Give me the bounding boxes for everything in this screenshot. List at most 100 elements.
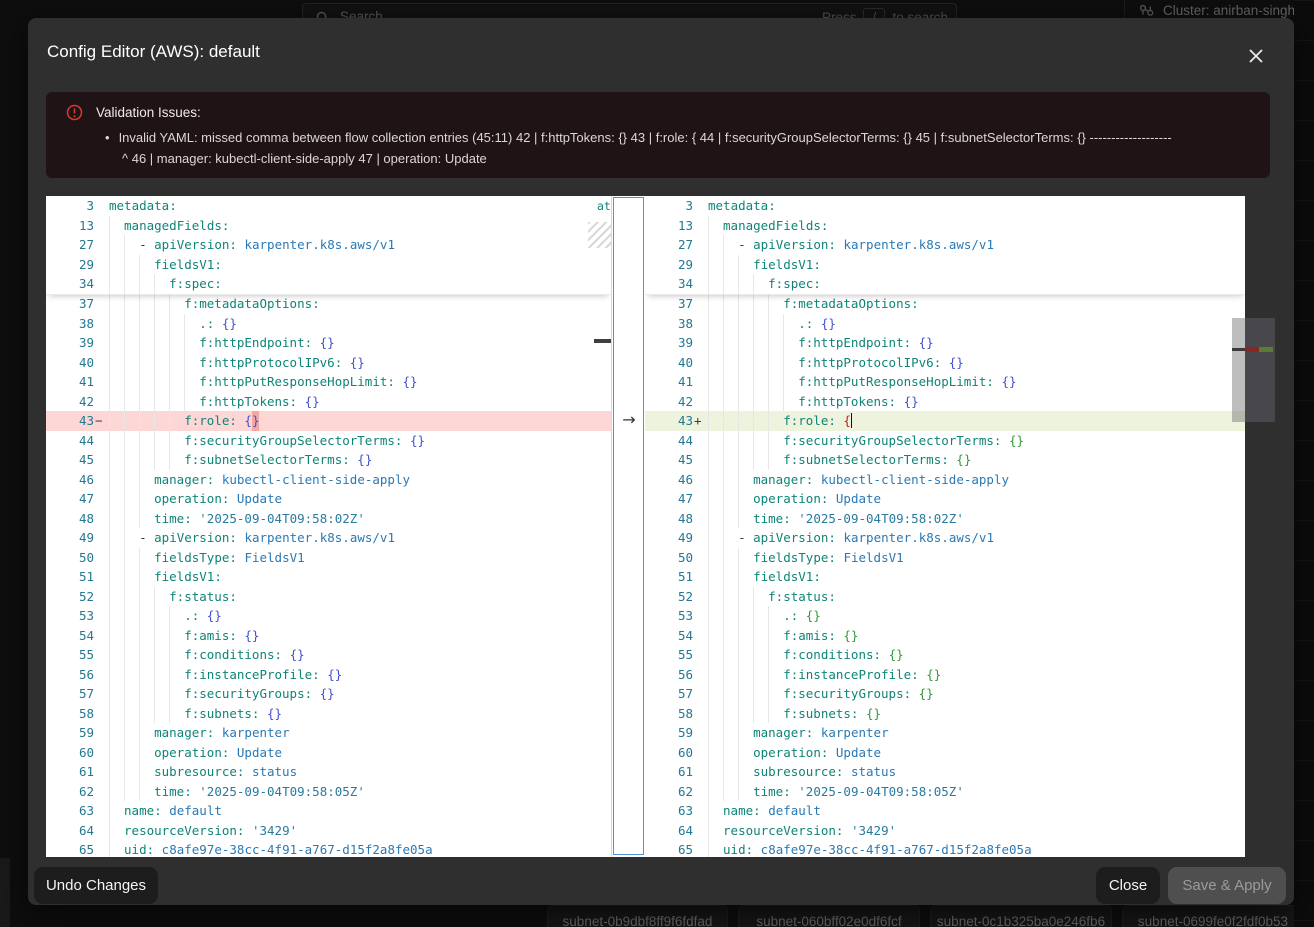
code-line-42[interactable]: 42f:httpTokens: {} <box>645 392 1245 412</box>
fullscreen-toggle-button[interactable] <box>1200 43 1226 69</box>
code-line-49[interactable]: 49- apiVersion: karpenter.k8s.aws/v1 <box>645 528 1245 548</box>
code-line-38[interactable]: 38.: {} <box>645 314 1245 334</box>
code-line-65[interactable]: 65uid: c8afe97e-38cc-4f91-a767-d15f2a8fe… <box>645 840 1245 857</box>
code-line-46[interactable]: 46manager: kubectl-client-side-apply <box>46 470 611 490</box>
code-line-51[interactable]: 51fieldsV1: <box>46 567 611 587</box>
apply-change-arrow-icon[interactable]: → <box>618 410 640 430</box>
code-line-60[interactable]: 60operation: Update <box>645 743 1245 763</box>
code-line-55[interactable]: 55f:conditions: {} <box>645 645 1245 665</box>
diff-sash[interactable] <box>611 196 646 857</box>
code-line-53[interactable]: 53.: {} <box>645 606 1245 626</box>
code-line-43[interactable]: 43−f:role: {} <box>46 411 611 431</box>
line-number: 53 <box>645 606 693 626</box>
code-line-40[interactable]: 40f:httpProtocolIPv6: {} <box>46 353 611 373</box>
code-line-65[interactable]: 65uid: c8afe97e-38cc-4f91-a767-d15f2a8fe… <box>46 840 611 857</box>
code-line-51[interactable]: 51fieldsV1: <box>645 567 1245 587</box>
vertical-scrollbar-slider[interactable] <box>1232 318 1245 422</box>
code-line-54[interactable]: 54f:amis: {} <box>645 626 1245 646</box>
undo-changes-button[interactable]: Undo Changes <box>34 867 158 904</box>
indent-guides <box>109 626 184 646</box>
line-number: 37 <box>645 294 693 314</box>
code-line-41[interactable]: 41f:httpPutResponseHopLimit: {} <box>645 372 1245 392</box>
code-line-39[interactable]: 39f:httpEndpoint: {} <box>46 333 611 353</box>
code-token <box>798 606 806 626</box>
code-line-63[interactable]: 63name: default <box>645 801 1245 821</box>
code-line-39[interactable]: 39f:httpEndpoint: {} <box>645 333 1245 353</box>
code-line-50[interactable]: 50fieldsType: FieldsV1 <box>645 548 1245 568</box>
code-token: f:spec: <box>768 274 821 294</box>
code-token <box>229 743 237 763</box>
code-line-45[interactable]: 45f:subnetSelectorTerms: {} <box>46 450 611 470</box>
code-line-63[interactable]: 63name: default <box>46 801 611 821</box>
diff-sign <box>693 255 708 275</box>
code-token <box>237 411 245 431</box>
diff-sign <box>94 801 109 821</box>
code-line-13[interactable]: 13managedFields: <box>46 216 611 236</box>
code-token <box>312 333 320 353</box>
code-line-48[interactable]: 48time: '2025-09-04T09:58:02Z' <box>46 509 611 529</box>
code-line-60[interactable]: 60operation: Update <box>46 743 611 763</box>
code-token: .: <box>798 314 813 334</box>
code-line-62[interactable]: 62time: '2025-09-04T09:58:05Z' <box>645 782 1245 802</box>
code-line-38[interactable]: 38.: {} <box>46 314 611 334</box>
diff-sign <box>94 372 109 392</box>
diff-sign <box>94 684 109 704</box>
code-line-57[interactable]: 57f:securityGroups: {} <box>46 684 611 704</box>
save-apply-button[interactable]: Save & Apply <box>1168 867 1286 904</box>
line-number: 47 <box>645 489 693 509</box>
code-line-59[interactable]: 59manager: karpenter <box>645 723 1245 743</box>
code-line-52[interactable]: 52f:status: <box>645 587 1245 607</box>
diff-sign: + <box>693 411 708 431</box>
code-line-48[interactable]: 48time: '2025-09-04T09:58:02Z' <box>645 509 1245 529</box>
code-line-41[interactable]: 41f:httpPutResponseHopLimit: {} <box>46 372 611 392</box>
code-line-54[interactable]: 54f:amis: {} <box>46 626 611 646</box>
code-line-50[interactable]: 50fieldsType: FieldsV1 <box>46 548 611 568</box>
code-line-29[interactable]: 29fieldsV1: <box>645 255 1245 275</box>
code-line-57[interactable]: 57f:securityGroups: {} <box>645 684 1245 704</box>
code-line-29[interactable]: 29fieldsV1: <box>46 255 611 275</box>
code-line-52[interactable]: 52f:status: <box>46 587 611 607</box>
code-line-61[interactable]: 61subresource: status <box>46 762 611 782</box>
line-number: 42 <box>645 392 693 412</box>
code-line-56[interactable]: 56f:instanceProfile: {} <box>46 665 611 685</box>
code-line-44[interactable]: 44f:securityGroupSelectorTerms: {} <box>46 431 611 451</box>
code-line-44[interactable]: 44f:securityGroupSelectorTerms: {} <box>645 431 1245 451</box>
code-line-34[interactable]: 34f:spec: <box>645 274 1245 294</box>
close-button[interactable]: Close <box>1096 867 1160 904</box>
code-line-42[interactable]: 42f:httpTokens: {} <box>46 392 611 412</box>
code-line-64[interactable]: 64resourceVersion: '3429' <box>46 821 611 841</box>
code-line-3[interactable]: 3metadata: <box>46 196 611 216</box>
diff-modified-pane[interactable]: 37f:metadataOptions:38.: {}39f:httpEndpo… <box>645 196 1245 857</box>
code-line-27[interactable]: 27- apiVersion: karpenter.k8s.aws/v1 <box>645 235 1245 255</box>
diff-sign <box>693 645 708 665</box>
code-line-40[interactable]: 40f:httpProtocolIPv6: {} <box>645 353 1245 373</box>
code-line-58[interactable]: 58f:subnets: {} <box>46 704 611 724</box>
text-cursor <box>851 413 853 428</box>
code-line-49[interactable]: 49- apiVersion: karpenter.k8s.aws/v1 <box>46 528 611 548</box>
line-number: 64 <box>46 821 94 841</box>
close-icon[interactable] <box>1243 43 1269 69</box>
code-line-47[interactable]: 47operation: Update <box>645 489 1245 509</box>
code-line-45[interactable]: 45f:subnetSelectorTerms: {} <box>645 450 1245 470</box>
code-line-59[interactable]: 59manager: karpenter <box>46 723 611 743</box>
code-line-61[interactable]: 61subresource: status <box>645 762 1245 782</box>
code-line-27[interactable]: 27- apiVersion: karpenter.k8s.aws/v1 <box>46 235 611 255</box>
indent-guides <box>708 411 783 431</box>
code-line-62[interactable]: 62time: '2025-09-04T09:58:05Z' <box>46 782 611 802</box>
code-line-37[interactable]: 37f:metadataOptions: <box>645 294 1245 314</box>
code-line-13[interactable]: 13managedFields: <box>645 216 1245 236</box>
code-line-56[interactable]: 56f:instanceProfile: {} <box>645 665 1245 685</box>
code-line-47[interactable]: 47operation: Update <box>46 489 611 509</box>
diff-original-pane[interactable]: 37f:metadataOptions:38.: {}39f:httpEndpo… <box>46 196 611 857</box>
diff-sign <box>693 606 708 626</box>
diff-sign <box>693 392 708 412</box>
code-line-64[interactable]: 64resourceVersion: '3429' <box>645 821 1245 841</box>
code-line-58[interactable]: 58f:subnets: {} <box>645 704 1245 724</box>
code-line-46[interactable]: 46manager: kubectl-client-side-apply <box>645 470 1245 490</box>
code-line-37[interactable]: 37f:metadataOptions: <box>46 294 611 314</box>
code-line-43[interactable]: 43+f:role: { <box>645 411 1245 431</box>
code-line-55[interactable]: 55f:conditions: {} <box>46 645 611 665</box>
code-line-3[interactable]: 3metadata: <box>645 196 1245 216</box>
code-line-53[interactable]: 53.: {} <box>46 606 611 626</box>
code-line-34[interactable]: 34f:spec: <box>46 274 611 294</box>
